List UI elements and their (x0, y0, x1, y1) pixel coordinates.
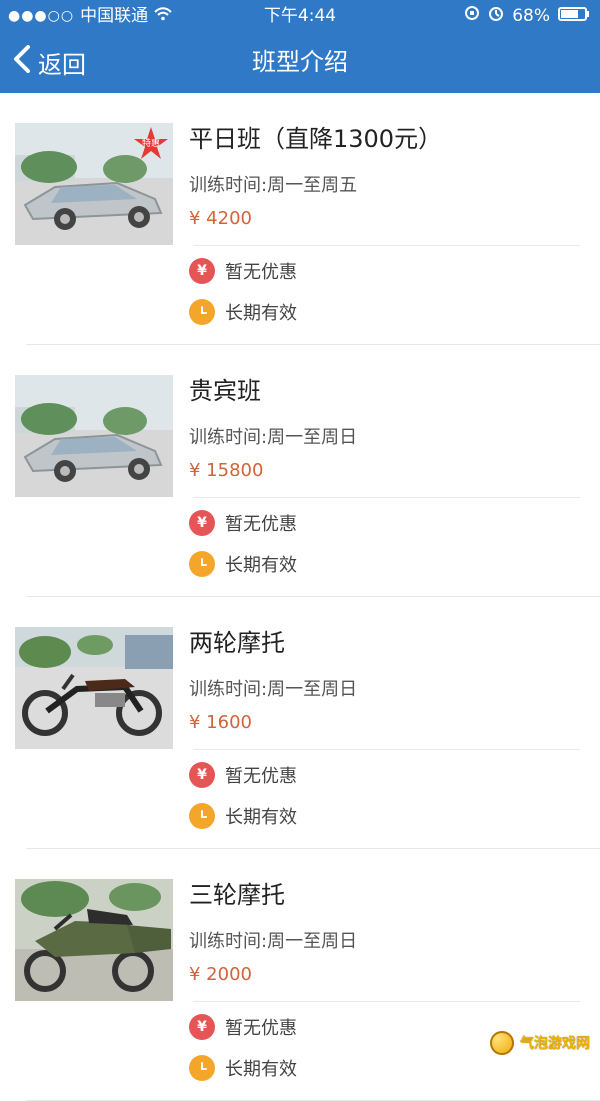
promo-icon: ¥ (189, 762, 215, 788)
promo-text: 暂无优惠 (225, 514, 297, 535)
status-bar: ●●●○○ 中国联通 下午4:44 68% (0, 0, 600, 32)
special-offer-badge: 特惠 (133, 125, 169, 161)
validity-row: 长期有效 (189, 551, 297, 577)
clock-icon (189, 551, 215, 577)
course-title: 贵宾班 (189, 377, 261, 405)
rotation-lock-icon (464, 0, 480, 32)
validity-text: 长期有效 (225, 303, 297, 324)
clock-icon (189, 299, 215, 325)
promo-row: ¥ 暂无优惠 (189, 1014, 297, 1040)
navigation-bar: 返回 班型介绍 (0, 32, 600, 93)
validity-row: 长期有效 (189, 299, 297, 325)
course-title: 平日班（直降1300元） (189, 125, 443, 153)
clock-icon (189, 803, 215, 829)
promo-row: ¥ 暂无优惠 (189, 258, 297, 284)
promo-text: 暂无优惠 (225, 262, 297, 283)
inner-divider (193, 245, 580, 246)
special-offer-badge-label: 特惠 (141, 139, 160, 149)
promo-icon: ¥ (189, 510, 215, 536)
course-image-car (15, 375, 173, 497)
price: ¥ 15800 (189, 460, 264, 481)
training-time: 训练时间:周一至周日 (189, 931, 358, 952)
promo-text: 暂无优惠 (225, 766, 297, 787)
course-card-weekday[interactable]: 特惠 平日班（直降1300元） 训练时间:周一至周五 ¥ 4200 ¥ 暂无优惠… (0, 93, 600, 345)
page-title: 班型介绍 (252, 48, 348, 76)
course-image-sidecar (15, 879, 173, 1001)
course-card-two-wheel[interactable]: 两轮摩托 训练时间:周一至周日 ¥ 1600 ¥ 暂无优惠 长期有效 (0, 597, 600, 849)
course-card-three-wheel[interactable]: 三轮摩托 训练时间:周一至周日 ¥ 2000 ¥ 暂无优惠 长期有效 (0, 849, 600, 1101)
training-time: 训练时间:周一至周日 (189, 679, 358, 700)
watermark-text: 气泡游戏网 (520, 1036, 590, 1052)
course-list: 特惠 平日班（直降1300元） 训练时间:周一至周五 ¥ 4200 ¥ 暂无优惠… (0, 93, 600, 1101)
course-title: 两轮摩托 (189, 629, 285, 657)
clock-icon (189, 1055, 215, 1081)
alarm-icon (488, 0, 504, 32)
app-header: ●●●○○ 中国联通 下午4:44 68% 返回 班型介绍 (0, 0, 600, 93)
promo-row: ¥ 暂无优惠 (189, 510, 297, 536)
promo-text: 暂无优惠 (225, 1018, 297, 1039)
promo-icon: ¥ (189, 1014, 215, 1040)
status-right: 68% (464, 0, 590, 32)
inner-divider (193, 497, 580, 498)
inner-divider (193, 1001, 580, 1002)
validity-text: 长期有效 (225, 1059, 297, 1080)
price: ¥ 4200 (189, 208, 252, 229)
training-time: 训练时间:周一至周日 (189, 427, 358, 448)
training-time: 训练时间:周一至周五 (189, 175, 358, 196)
validity-row: 长期有效 (189, 1055, 297, 1081)
validity-row: 长期有效 (189, 803, 297, 829)
promo-icon: ¥ (189, 258, 215, 284)
price: ¥ 2000 (189, 964, 252, 985)
validity-text: 长期有效 (225, 807, 297, 828)
course-image-motorcycle (15, 627, 173, 749)
inner-divider (193, 749, 580, 750)
course-card-vip[interactable]: 贵宾班 训练时间:周一至周日 ¥ 15800 ¥ 暂无优惠 长期有效 (0, 345, 600, 597)
watermark-logo-icon (490, 1031, 514, 1055)
watermark: 气泡游戏网 (490, 1031, 590, 1055)
course-title: 三轮摩托 (189, 881, 285, 909)
battery-icon (558, 0, 590, 32)
course-image-car: 特惠 (15, 123, 173, 245)
validity-text: 长期有效 (225, 555, 297, 576)
battery-percent: 68% (512, 6, 550, 26)
price: ¥ 1600 (189, 712, 252, 733)
promo-row: ¥ 暂无优惠 (189, 762, 297, 788)
